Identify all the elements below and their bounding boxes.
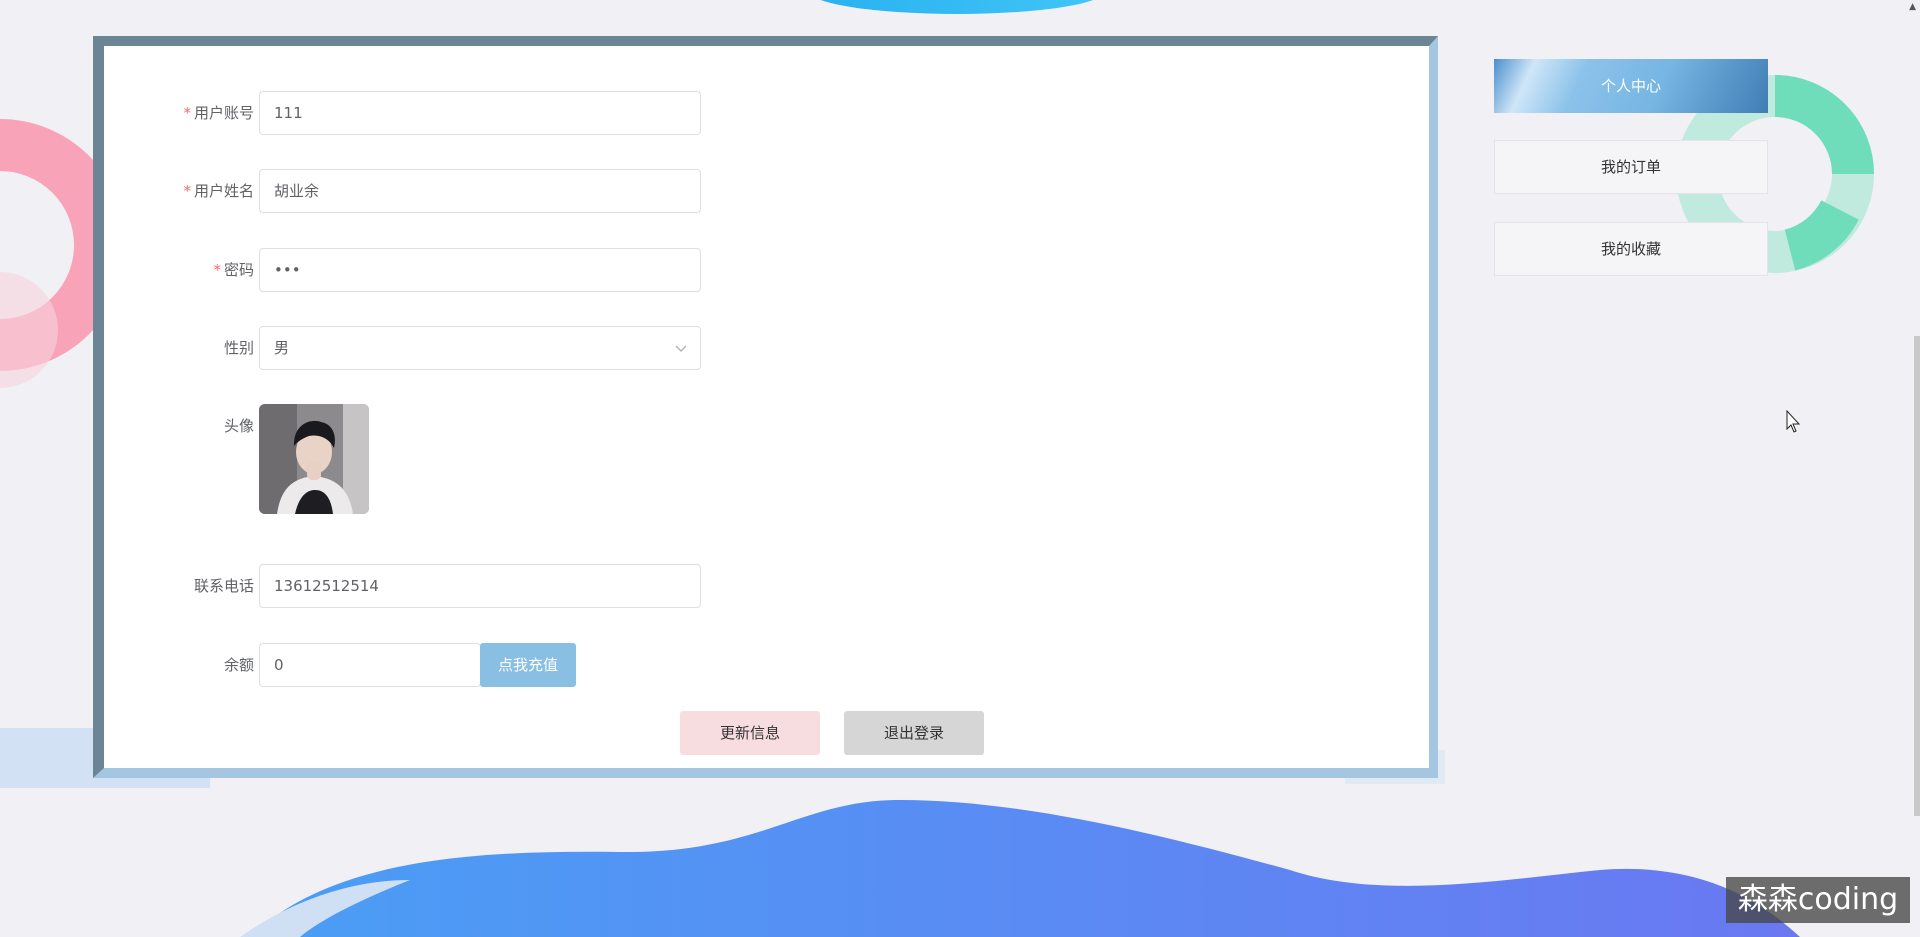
phone-row: 联系电话 13612512514 [104, 564, 804, 608]
phone-label: 联系电话 [193, 577, 254, 595]
avatar-image[interactable] [259, 404, 369, 514]
phone-input[interactable]: 13612512514 [259, 564, 701, 608]
name-label-text: 用户姓名 [193, 182, 254, 200]
nav-item-profile[interactable]: 个人中心 [1494, 59, 1768, 113]
password-input[interactable]: ••• [259, 248, 701, 292]
password-label-text: 密码 [223, 261, 254, 279]
scrollbar[interactable] [1914, 336, 1920, 816]
avatar-label: 头像 [223, 417, 254, 435]
watermark: 森森coding [1726, 877, 1910, 923]
avatar-portrait [259, 404, 369, 514]
chevron-down-icon [675, 345, 687, 352]
balance-input[interactable]: 0 [259, 643, 481, 687]
profile-card: * 用户账号 111 * 用户姓名 胡业余 * 密码 ••• 性别 男 头像 联… [93, 36, 1438, 778]
name-row: * 用户姓名 胡业余 [104, 169, 804, 213]
name-input[interactable]: 胡业余 [259, 169, 701, 213]
account-row: * 用户账号 111 [104, 91, 804, 135]
update-info-button[interactable]: 更新信息 [680, 711, 820, 755]
balance-label: 余额 [223, 656, 254, 674]
required-mark: * [183, 104, 191, 122]
name-label: * 用户姓名 [104, 169, 254, 213]
corner-arrow-icon: ▲ [1909, 2, 1916, 12]
gender-label: 性别 [223, 339, 254, 357]
gender-select[interactable]: 男 [259, 326, 701, 370]
nav-item-favorites[interactable]: 我的收藏 [1494, 222, 1768, 276]
required-mark: * [213, 261, 221, 279]
mouse-cursor-icon [1786, 410, 1801, 433]
required-mark: * [183, 182, 191, 200]
gender-selected-value: 男 [274, 339, 290, 357]
recharge-button[interactable]: 点我充值 [480, 643, 576, 687]
password-label: * 密码 [104, 248, 254, 292]
account-label-text: 用户账号 [193, 104, 254, 122]
avatar-row: 头像 [104, 404, 804, 516]
password-row: * 密码 ••• [104, 248, 804, 292]
gender-row: 性别 男 [104, 326, 804, 370]
balance-row: 余额 0 点我充值 [104, 643, 804, 687]
account-label: * 用户账号 [104, 91, 254, 135]
nav-item-orders[interactable]: 我的订单 [1494, 140, 1768, 194]
logout-button[interactable]: 退出登录 [844, 711, 984, 755]
account-input[interactable]: 111 [259, 91, 701, 135]
